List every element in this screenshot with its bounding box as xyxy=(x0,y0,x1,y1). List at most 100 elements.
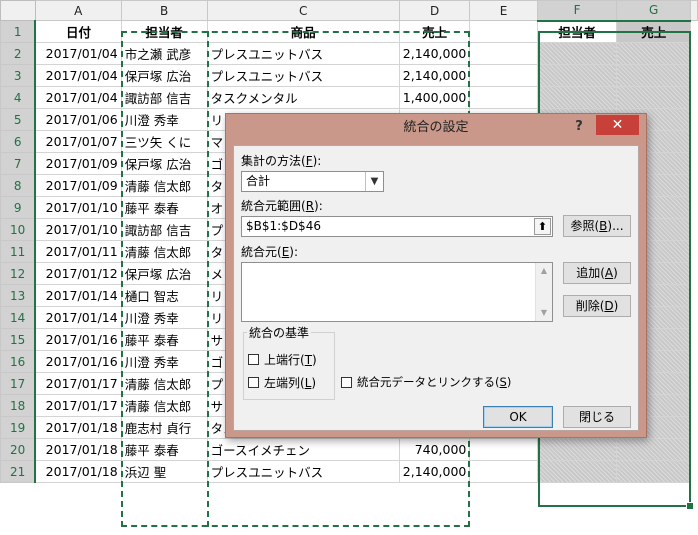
cell-date[interactable]: 2017/01/06 xyxy=(34,108,122,131)
row-header[interactable]: 8 xyxy=(0,174,37,197)
create-links-label[interactable]: 統合元データとリンクする(S) xyxy=(357,374,511,390)
column-header-e[interactable]: E xyxy=(469,0,538,21)
delete-button[interactable]: 削除(D) xyxy=(563,295,631,317)
cell-e[interactable] xyxy=(469,64,538,87)
column-header-a[interactable]: A xyxy=(34,0,122,21)
row-header[interactable]: 19 xyxy=(0,416,37,439)
select-all-corner[interactable] xyxy=(0,0,36,21)
row-header[interactable]: 4 xyxy=(0,86,37,109)
cell-g[interactable] xyxy=(616,86,691,109)
cell-date[interactable]: 2017/01/14 xyxy=(34,306,122,329)
column-header-b[interactable]: B xyxy=(120,0,208,21)
cell-e[interactable] xyxy=(469,20,538,43)
top-row-label[interactable]: 上端行(T) xyxy=(264,351,317,368)
header-f-person[interactable]: 担当者 xyxy=(536,20,618,43)
cell-person[interactable]: 三ツ矢 くに xyxy=(120,130,208,153)
reference-input[interactable]: $B$1:$D$46 ⬆ xyxy=(241,216,553,237)
cell-person[interactable]: 藤平 泰春 xyxy=(120,438,208,461)
row-header[interactable]: 6 xyxy=(0,130,37,153)
row-header[interactable]: 11 xyxy=(0,240,37,263)
cell-date[interactable]: 2017/01/17 xyxy=(34,372,122,395)
row-header[interactable]: 14 xyxy=(0,306,37,329)
header-date[interactable]: 日付 xyxy=(34,20,122,43)
left-column-checkbox[interactable] xyxy=(248,377,259,388)
row-header[interactable]: 15 xyxy=(0,328,37,351)
header-product[interactable]: 商品 xyxy=(206,20,400,43)
row-header[interactable]: 3 xyxy=(0,64,37,87)
close-button[interactable]: 閉じる xyxy=(563,406,631,428)
cell-person[interactable]: 諏訪部 信吉 xyxy=(120,86,208,109)
top-row-checkbox[interactable] xyxy=(248,354,259,365)
cell-sales[interactable]: 740,000 xyxy=(398,438,471,461)
cell-f[interactable] xyxy=(536,64,618,87)
cell-person[interactable]: 藤平 泰春 xyxy=(120,328,208,351)
cell-f[interactable] xyxy=(536,438,618,461)
column-header-d[interactable]: D xyxy=(398,0,471,21)
cell-person[interactable]: 樋口 智志 xyxy=(120,284,208,307)
cell-date[interactable]: 2017/01/04 xyxy=(34,86,122,109)
cell-sales[interactable]: 2,140,000 xyxy=(398,64,471,87)
cell-person[interactable]: 保戸塚 広治 xyxy=(120,152,208,175)
scroll-up-icon[interactable]: ▲ xyxy=(536,263,552,279)
add-button[interactable]: 追加(A) xyxy=(563,262,631,284)
row-header[interactable]: 21 xyxy=(0,460,37,483)
row-header[interactable]: 9 xyxy=(0,196,37,219)
function-select[interactable]: 合計 ▼ xyxy=(241,171,384,192)
cell-date[interactable]: 2017/01/17 xyxy=(34,394,122,417)
cell-person[interactable]: 清藤 信太郎 xyxy=(120,394,208,417)
row-header[interactable]: 7 xyxy=(0,152,37,175)
header-sales[interactable]: 売上 xyxy=(398,20,471,43)
cell-date[interactable]: 2017/01/12 xyxy=(34,262,122,285)
cell-person[interactable]: 川澄 秀幸 xyxy=(120,108,208,131)
fill-handle[interactable] xyxy=(686,502,694,510)
close-icon[interactable]: ✕ xyxy=(596,115,639,135)
ok-button[interactable]: OK xyxy=(483,406,553,428)
cell-sales[interactable]: 2,140,000 xyxy=(398,42,471,65)
row-header[interactable]: 18 xyxy=(0,394,37,417)
cell-date[interactable]: 2017/01/18 xyxy=(34,460,122,483)
cell-date[interactable]: 2017/01/09 xyxy=(34,174,122,197)
cell-g[interactable] xyxy=(616,438,691,461)
cell-g[interactable] xyxy=(616,64,691,87)
cell-e[interactable] xyxy=(469,42,538,65)
cell-date[interactable]: 2017/01/18 xyxy=(34,438,122,461)
collapse-dialog-icon[interactable]: ⬆ xyxy=(534,218,551,235)
cell-date[interactable]: 2017/01/04 xyxy=(34,64,122,87)
cell-product[interactable]: タスクメンタル xyxy=(206,86,400,109)
cell-product[interactable]: プレスユニットバス xyxy=(206,42,400,65)
row-header[interactable]: 5 xyxy=(0,108,37,131)
cell-product[interactable]: プレスユニットバス xyxy=(206,64,400,87)
cell-f[interactable] xyxy=(536,42,618,65)
cell-product[interactable]: プレスユニットバス xyxy=(206,460,400,483)
cell-person[interactable]: 清藤 信太郎 xyxy=(120,174,208,197)
column-header-f[interactable]: F xyxy=(536,0,618,22)
cell-date[interactable]: 2017/01/10 xyxy=(34,196,122,219)
cell-date[interactable]: 2017/01/18 xyxy=(34,416,122,439)
browse-button[interactable]: 参照(B)... xyxy=(563,215,631,237)
column-header-c[interactable]: C xyxy=(206,0,400,21)
cell-date[interactable]: 2017/01/11 xyxy=(34,240,122,263)
cell-person[interactable]: 川澄 秀幸 xyxy=(120,350,208,373)
scroll-down-icon[interactable]: ▼ xyxy=(536,305,552,321)
cell-person[interactable]: 清藤 信太郎 xyxy=(120,372,208,395)
cell-f[interactable] xyxy=(536,86,618,109)
cell-date[interactable]: 2017/01/16 xyxy=(34,328,122,351)
cell-person[interactable]: 清藤 信太郎 xyxy=(120,240,208,263)
cell-sales[interactable]: 1,400,000 xyxy=(398,86,471,109)
cell-person[interactable]: 浜辺 聖 xyxy=(120,460,208,483)
row-header[interactable]: 12 xyxy=(0,262,37,285)
cell-e[interactable] xyxy=(469,460,538,483)
chevron-down-icon[interactable]: ▼ xyxy=(365,172,383,191)
row-header[interactable]: 10 xyxy=(0,218,37,241)
cell-person[interactable]: 川澄 秀幸 xyxy=(120,306,208,329)
help-icon[interactable]: ? xyxy=(568,116,590,138)
cell-person[interactable]: 鹿志村 貞行 xyxy=(120,416,208,439)
header-person[interactable]: 担当者 xyxy=(120,20,208,43)
cell-g[interactable] xyxy=(616,42,691,65)
cell-date[interactable]: 2017/01/04 xyxy=(34,42,122,65)
cell-person[interactable]: 保戸塚 広治 xyxy=(120,262,208,285)
cell-e[interactable] xyxy=(469,438,538,461)
left-column-label[interactable]: 左端列(L) xyxy=(264,374,316,391)
cell-sales[interactable]: 2,140,000 xyxy=(398,460,471,483)
cell-person[interactable]: 市之瀬 武彦 xyxy=(120,42,208,65)
